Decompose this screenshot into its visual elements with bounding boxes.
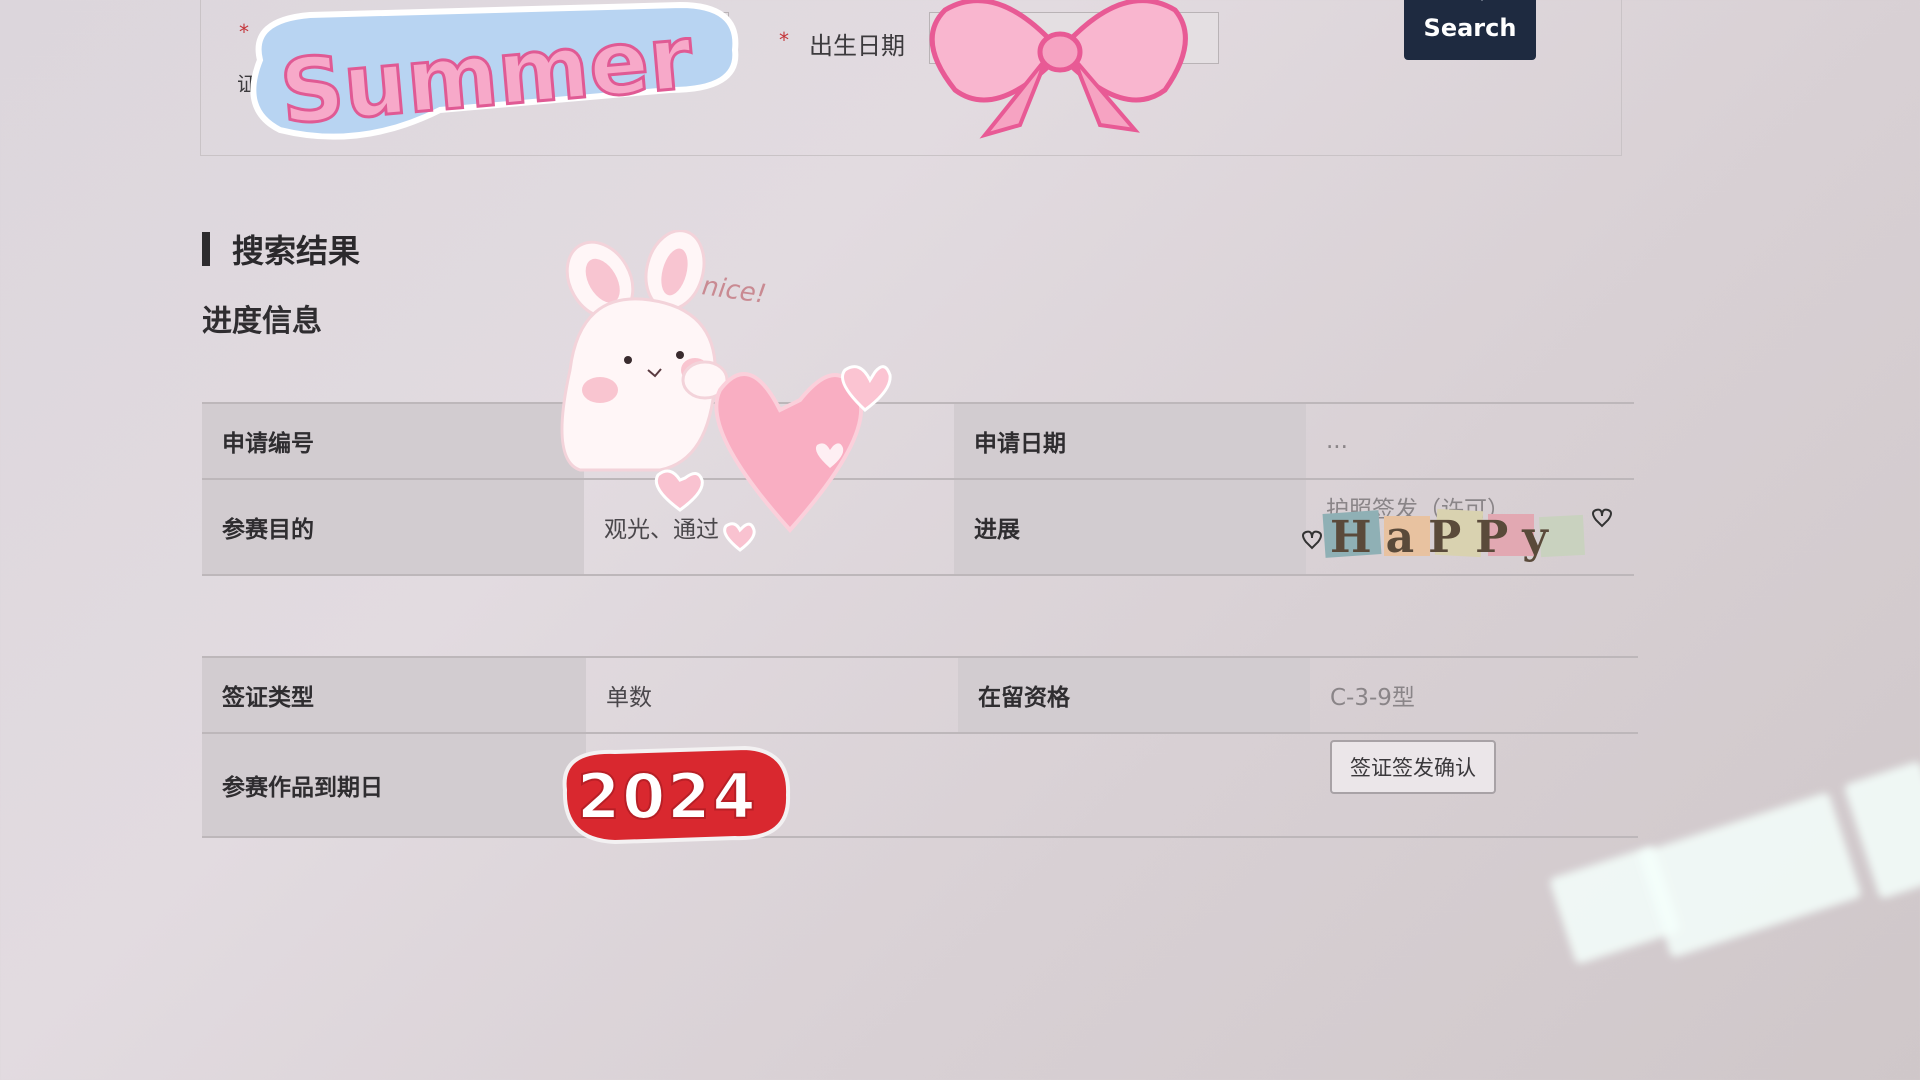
purpose-label: 参赛目的: [202, 478, 584, 576]
search-button-label: Search: [1423, 14, 1517, 42]
empty-cell: [958, 732, 1310, 838]
screen-glare: [1637, 791, 1863, 959]
name-field[interactable]: [411, 12, 729, 64]
visa-table: 签证类型 单数 在留资格 C-3-9型 参赛作品到期日 签证签发确认: [202, 656, 1638, 838]
required-star: *: [779, 28, 789, 52]
screen: * 证 * 出生日期 Search 搜索结果 进度信息 申请编号 申请日期 ..…: [0, 0, 1920, 1080]
application-date-value: ...: [1306, 402, 1634, 480]
search-icon: [1480, 0, 1484, 1]
application-number-label: 申请编号: [202, 402, 584, 480]
application-number-value: [584, 402, 954, 480]
progress-table: 申请编号 申请日期 ... 参赛目的 观光、通过 进展 护照签发（许可）: [202, 402, 1634, 576]
table-row: 签证类型 单数 在留资格 C-3-9型: [202, 656, 1638, 734]
status-of-residence-label: 在留资格: [958, 656, 1310, 734]
field-label-fragment: 证: [237, 72, 257, 96]
nice-text: nice!: [700, 271, 768, 310]
purpose-value: 观光、通过: [584, 478, 954, 576]
confirm-cell: 签证签发确认: [1310, 732, 1638, 838]
birth-date-field[interactable]: [929, 12, 1219, 64]
visa-type-label: 签证类型: [202, 656, 586, 734]
search-button[interactable]: Search: [1404, 0, 1536, 60]
visa-type-value: 单数: [586, 656, 958, 734]
progress-value: 护照签发（许可）: [1306, 478, 1634, 576]
birth-date-label: 出生日期: [809, 32, 905, 60]
required-star: *: [239, 20, 249, 44]
expiry-date-value: [586, 732, 958, 838]
status-of-residence-value: C-3-9型: [1310, 656, 1638, 734]
search-form-panel: * 证 * 出生日期 Search: [200, 0, 1622, 156]
table-row: 参赛目的 观光、通过 进展 护照签发（许可）: [202, 478, 1634, 576]
application-date-label: 申请日期: [954, 402, 1306, 480]
table-row: 申请编号 申请日期 ...: [202, 402, 1634, 480]
section-marker: [202, 232, 210, 266]
visa-issuance-confirm-button[interactable]: 签证签发确认: [1330, 740, 1496, 794]
table-row: 参赛作品到期日 签证签发确认: [202, 732, 1638, 838]
expiry-date-label: 参赛作品到期日: [202, 732, 586, 838]
search-results-title: 搜索结果: [232, 232, 361, 270]
progress-info-title: 进度信息: [202, 304, 322, 339]
progress-label: 进展: [954, 478, 1306, 576]
